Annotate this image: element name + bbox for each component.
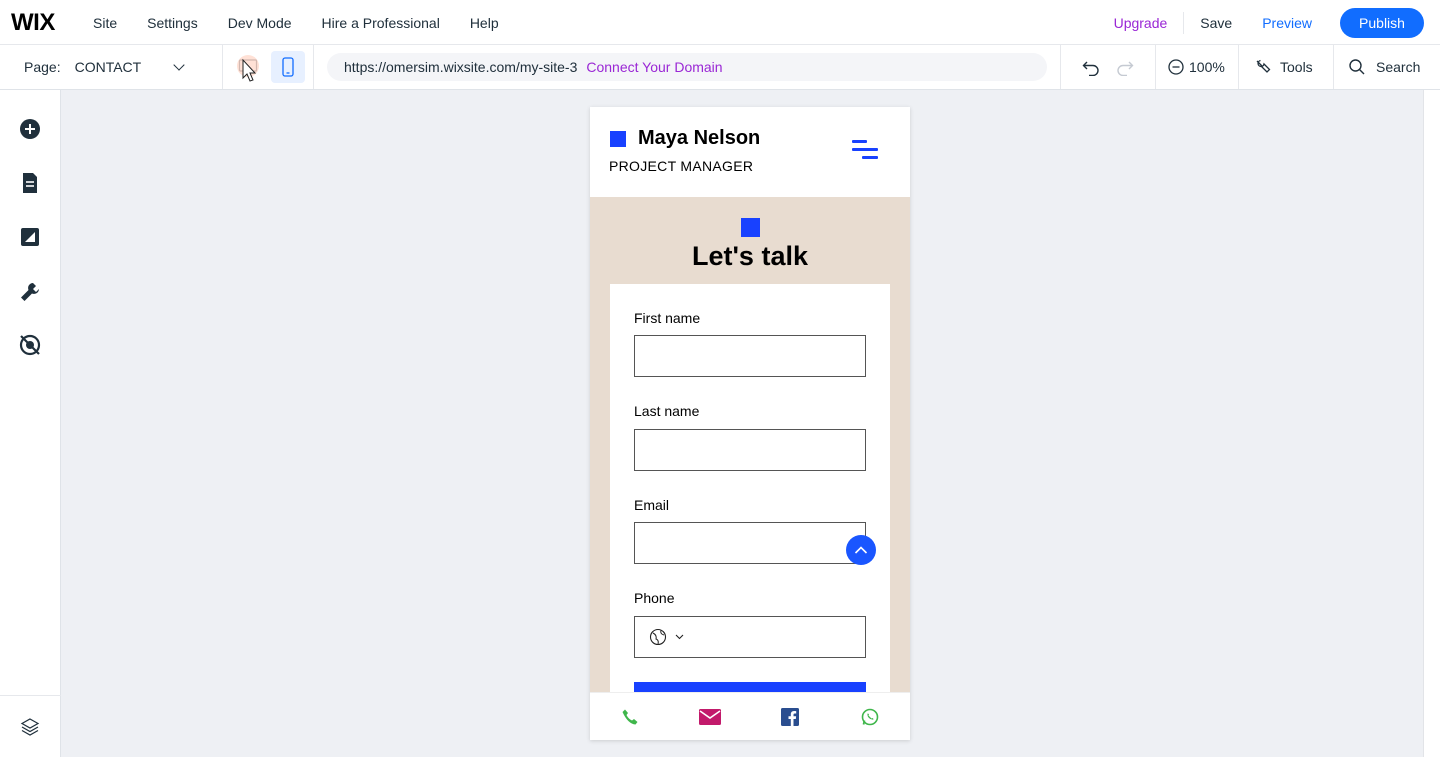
hamburger-menu-icon[interactable]	[850, 139, 880, 165]
divider	[1060, 45, 1061, 89]
brand-square	[741, 218, 760, 237]
divider	[1183, 11, 1185, 34]
page-selector[interactable]: Page: CONTACT	[24, 45, 185, 89]
phone-icon[interactable]	[620, 707, 640, 727]
plus-circle-icon	[20, 119, 40, 139]
whatsapp-icon[interactable]	[860, 707, 880, 727]
save-button[interactable]: Save	[1200, 15, 1232, 31]
contact-section: Let's talk First name Last name Email Ph…	[590, 197, 910, 704]
layers-icon	[20, 718, 40, 736]
mobile-view-button[interactable]	[271, 51, 305, 83]
undo-icon	[1082, 61, 1099, 76]
phone-input[interactable]	[634, 616, 866, 658]
search-label: Search	[1376, 59, 1421, 75]
menu-settings[interactable]: Settings	[147, 15, 198, 31]
last-name-input[interactable]	[634, 429, 866, 471]
divider	[313, 45, 314, 89]
design-button[interactable]	[18, 225, 42, 249]
hidden-elements-button[interactable]	[18, 333, 42, 357]
tools-label: Tools	[1280, 59, 1313, 75]
left-sidebar	[0, 90, 61, 757]
tools-button[interactable]: Tools	[1254, 45, 1313, 89]
mobile-site-preview[interactable]: Maya Nelson PROJECT MANAGER Let's talk F…	[590, 107, 910, 740]
top-bar: WIX Site Settings Dev Mode Hire a Profes…	[0, 0, 1440, 45]
publish-button[interactable]: Publish	[1340, 7, 1424, 38]
page-icon	[23, 173, 37, 193]
email-label: Email	[634, 497, 670, 513]
facebook-icon[interactable]	[780, 707, 800, 727]
page-label: Page:	[24, 59, 61, 75]
eye-off-icon	[19, 334, 41, 356]
email-input[interactable]	[634, 522, 866, 564]
divider	[0, 695, 61, 696]
last-name-label: Last name	[634, 403, 700, 419]
site-role: PROJECT MANAGER	[609, 158, 754, 174]
pages-button[interactable]	[18, 171, 42, 195]
search-button[interactable]: Search	[1348, 45, 1420, 89]
top-actions: Upgrade Save Preview Publish	[1114, 0, 1424, 45]
theme-icon	[21, 228, 39, 246]
menu-site[interactable]: Site	[93, 15, 117, 31]
wrench-icon	[21, 283, 39, 301]
mouse-cursor-icon	[237, 55, 259, 82]
editor-toolbar: Page: CONTACT https://omersim.wixsite.co…	[0, 45, 1440, 90]
site-url: https://omersim.wixsite.com/my-site-3	[344, 59, 578, 75]
search-icon	[1349, 59, 1365, 75]
menu-hire-professional[interactable]: Hire a Professional	[322, 15, 440, 31]
tools-icon	[1256, 59, 1271, 73]
redo-icon	[1117, 61, 1134, 76]
site-name: Maya Nelson	[638, 127, 761, 149]
preview-button[interactable]: Preview	[1262, 15, 1312, 31]
globe-icon[interactable]	[649, 627, 689, 647]
scroll-to-top-button[interactable]	[846, 535, 876, 565]
zoom-control[interactable]: 100%	[1167, 45, 1225, 89]
zoom-value: 100%	[1189, 59, 1225, 75]
right-panel-edge	[1423, 90, 1440, 757]
first-name-label: First name	[634, 310, 701, 326]
zoom-out-icon	[1168, 59, 1184, 75]
mobile-icon	[282, 57, 294, 77]
divider	[1333, 45, 1334, 89]
divider	[1238, 45, 1239, 89]
connect-domain-link[interactable]: Connect Your Domain	[586, 59, 722, 75]
main-menu: Site Settings Dev Mode Hire a Profession…	[93, 0, 529, 45]
undo-button[interactable]	[1081, 45, 1101, 89]
page-value: CONTACT	[74, 59, 142, 75]
site-header[interactable]: Maya Nelson PROJECT MANAGER	[590, 107, 910, 197]
wix-logo[interactable]: WIX	[11, 9, 55, 37]
chevron-up-icon	[854, 546, 868, 554]
app-market-button[interactable]	[18, 280, 42, 304]
add-elements-button[interactable]	[18, 117, 42, 141]
upgrade-link[interactable]: Upgrade	[1114, 15, 1168, 31]
first-name-input[interactable]	[634, 335, 866, 377]
phone-label: Phone	[634, 590, 675, 606]
section-title: Let's talk	[692, 241, 808, 271]
site-url-bar: https://omersim.wixsite.com/my-site-3 Co…	[327, 53, 1047, 81]
divider	[222, 45, 223, 89]
chevron-down-icon	[172, 59, 185, 71]
mail-icon[interactable]	[698, 707, 722, 727]
divider	[1155, 45, 1156, 89]
contact-form: First name Last name Email Phone	[610, 284, 890, 704]
redo-button[interactable]	[1115, 45, 1135, 89]
layers-button[interactable]	[18, 715, 42, 739]
brand-square	[610, 131, 626, 147]
menu-help[interactable]: Help	[470, 15, 499, 31]
menu-dev-mode[interactable]: Dev Mode	[228, 15, 292, 31]
site-footer-bar	[590, 692, 910, 740]
